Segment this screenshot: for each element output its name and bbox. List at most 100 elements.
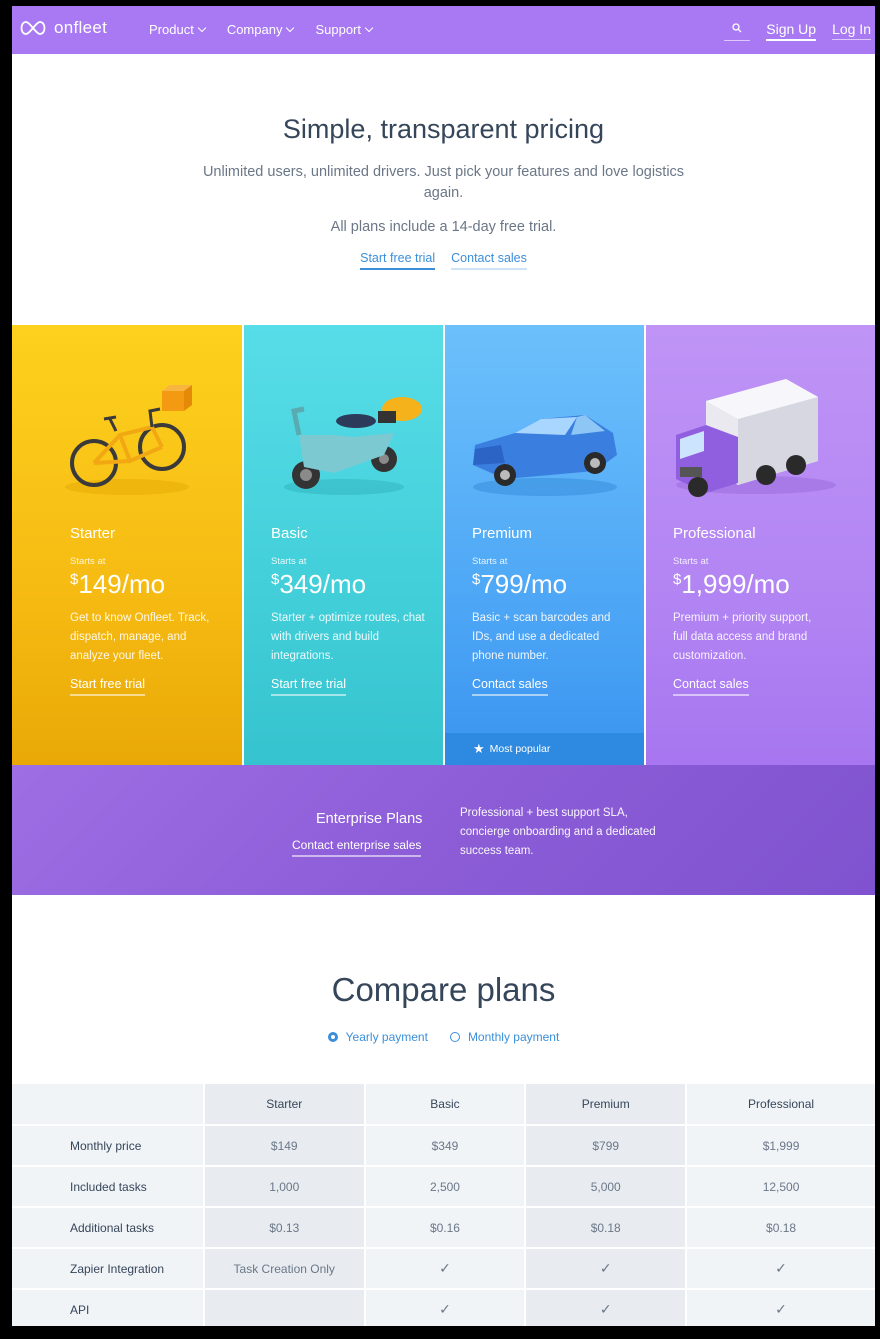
table-row: Monthly price $149 $349 $799 $1,999: [12, 1126, 875, 1167]
price-amount: 349/mo: [279, 569, 367, 599]
enterprise-title: Enterprise Plans: [316, 811, 423, 827]
row-label: API: [12, 1290, 203, 1326]
price-amount: 799/mo: [480, 569, 568, 599]
plan-price: $799/mo: [472, 569, 567, 600]
table-cell: $1,999: [685, 1126, 875, 1167]
nav-support[interactable]: Support: [315, 22, 374, 37]
nav-menu: Product Company Support: [149, 22, 374, 37]
nav-support-label: Support: [315, 22, 361, 37]
plan-name: Professional: [673, 525, 756, 542]
table-cell: $0.13: [202, 1208, 364, 1249]
start-free-trial-link[interactable]: Start free trial: [360, 251, 436, 270]
column-header: Premium: [524, 1084, 686, 1126]
plan-card-premium: Premium Starts at $799/mo Basic + scan b…: [445, 325, 644, 765]
most-popular-label: Most popular: [489, 743, 551, 755]
onfleet-logo[interactable]: onfleet: [18, 18, 107, 38]
hero-subtitle: Unlimited users, unlimited drivers. Just…: [202, 164, 685, 201]
plan-cards: Starter Starts at $149/mo Get to know On…: [12, 325, 875, 765]
plan-price: $1,999/mo: [673, 569, 790, 600]
hero-section: Simple, transparent pricing Unlimited us…: [12, 54, 875, 325]
monthly-label: Monthly payment: [467, 1030, 560, 1044]
nav-company[interactable]: Company: [227, 22, 295, 37]
yearly-payment-radio[interactable]: Yearly payment: [327, 1030, 428, 1044]
row-label: Monthly price: [12, 1126, 203, 1167]
log-in-link[interactable]: Log In: [832, 21, 871, 40]
table-row: API ✓ ✓ ✓: [12, 1290, 875, 1326]
contact-sales-link[interactable]: Contact sales: [451, 251, 527, 270]
currency-symbol: $: [472, 571, 481, 588]
yearly-label: Yearly payment: [345, 1030, 428, 1044]
row-label: Zapier Integration: [12, 1249, 203, 1290]
chevron-down-icon: [197, 23, 207, 32]
starts-at-label: Starts at: [70, 556, 106, 567]
table-cell: Task Creation Only: [202, 1249, 364, 1290]
plan-description: Get to know Onfleet. Track, dispatch, ma…: [70, 612, 210, 662]
plan-description: Starter + optimize routes, chat with dri…: [271, 612, 425, 662]
price-amount: 1,999/mo: [681, 569, 790, 599]
premium-contact-sales-link[interactable]: Contact sales: [472, 677, 548, 696]
plan-card-basic: Basic Starts at $349/mo Starter + optimi…: [244, 325, 443, 765]
check-icon: ✓: [524, 1290, 686, 1326]
starter-start-free-trial-link[interactable]: Start free trial: [70, 677, 146, 696]
logo-text: onfleet: [54, 18, 108, 37]
table-row: Additional tasks $0.13 $0.16 $0.18 $0.18: [12, 1208, 875, 1249]
price-amount: 149/mo: [78, 569, 166, 599]
plan-name: Starter: [70, 525, 116, 542]
star-icon: ★: [473, 741, 485, 756]
currency-symbol: $: [271, 571, 280, 588]
plan-price: $349/mo: [271, 569, 366, 600]
truck-illustration: [676, 379, 836, 497]
enterprise-section: Enterprise Plans Contact enterprise sale…: [12, 765, 875, 895]
table-cell: 5,000: [524, 1167, 686, 1208]
column-header: Basic: [363, 1084, 525, 1126]
check-icon: ✓: [524, 1249, 686, 1290]
contact-enterprise-sales-link[interactable]: Contact enterprise sales: [292, 838, 422, 857]
nav-product[interactable]: Product: [149, 22, 207, 37]
basic-start-free-trial-link[interactable]: Start free trial: [271, 677, 347, 696]
plan-name: Basic: [271, 525, 308, 542]
radio-unselected-icon: [449, 1032, 460, 1042]
check-icon: ✓: [685, 1249, 875, 1290]
trial-note: All plans include a 14-day free trial.: [330, 219, 557, 235]
table-header-row: Starter Basic Premium Professional: [12, 1084, 875, 1126]
chevron-down-icon: [286, 23, 295, 32]
row-label: Included tasks: [12, 1167, 203, 1208]
table-row: Zapier Integration Task Creation Only ✓ …: [12, 1249, 875, 1290]
monthly-payment-radio[interactable]: Monthly payment: [449, 1030, 560, 1044]
table-cell: $0.18: [685, 1208, 875, 1249]
table-cell: $799: [524, 1126, 686, 1167]
compare-table: Starter Basic Premium Professional Month…: [12, 1084, 875, 1326]
starts-at-label: Starts at: [673, 556, 709, 567]
table-cell: [202, 1290, 364, 1326]
bicycle-illustration: [65, 385, 192, 495]
car-illustration: [473, 415, 617, 496]
row-label: Additional tasks: [12, 1208, 203, 1249]
professional-contact-sales-link[interactable]: Contact sales: [673, 677, 749, 696]
search-icon: [732, 23, 742, 33]
check-icon: ✓: [363, 1249, 525, 1290]
starts-at-label: Starts at: [472, 556, 508, 567]
plan-description: Basic + scan barcodes and IDs, and use a…: [472, 612, 611, 662]
hero-ctas: Start free trial Contact sales: [12, 251, 875, 270]
table-row: Included tasks 1,000 2,500 5,000 12,500: [12, 1167, 875, 1208]
column-header: Professional: [685, 1084, 875, 1126]
search-button[interactable]: [724, 20, 751, 41]
check-icon: ✓: [363, 1290, 525, 1326]
table-cell: 2,500: [363, 1167, 525, 1208]
table-cell: $0.18: [524, 1208, 686, 1249]
plan-price: $149/mo: [70, 569, 165, 600]
table-cell: $0.16: [363, 1208, 525, 1249]
enterprise-description: Professional + best support SLA, concier…: [460, 807, 656, 857]
nav-product-label: Product: [149, 22, 194, 37]
sign-up-link[interactable]: Sign Up: [766, 21, 817, 41]
table-cell: 12,500: [685, 1167, 875, 1208]
column-header: Starter: [202, 1084, 364, 1126]
plan-card-professional: Professional Starts at $1,999/mo Premium…: [646, 325, 875, 765]
pricing-page: onfleet Product Company Support Sign Up …: [12, 6, 875, 1326]
nav-actions: Sign Up Log In: [724, 20, 871, 41]
most-popular-badge: ★ Most popular: [445, 733, 644, 765]
table-cell: $149: [202, 1126, 364, 1167]
starts-at-label: Starts at: [271, 556, 307, 567]
plan-name: Premium: [472, 525, 533, 542]
plan-description: Premium + priority support, full data ac…: [673, 612, 812, 662]
